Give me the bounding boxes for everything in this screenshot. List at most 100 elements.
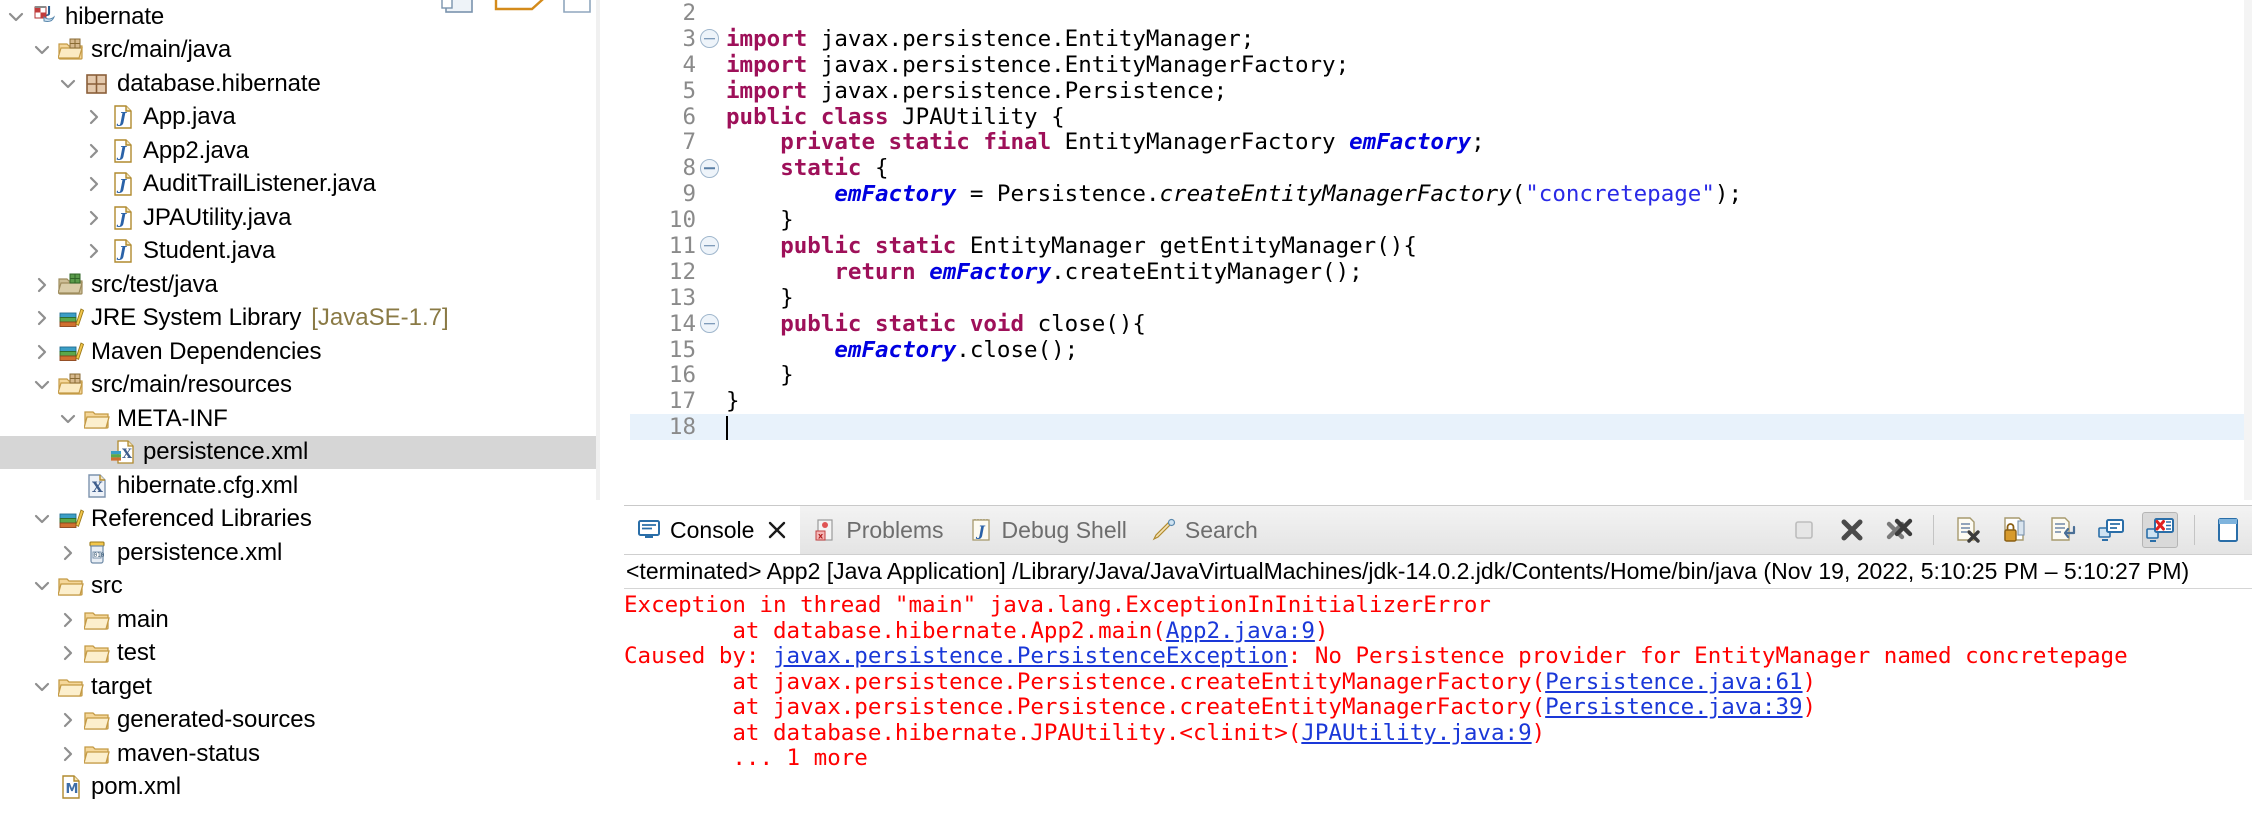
tree-item[interactable]: main xyxy=(0,603,600,637)
tree-item-label: hibernate.cfg.xml xyxy=(117,471,299,499)
tree-item[interactable]: X persistence.xml xyxy=(0,435,600,469)
fold-collapse-icon[interactable] xyxy=(698,314,720,334)
code-scroll-area[interactable]: 2 3 import javax.persistence.EntityManager… xyxy=(630,0,2252,500)
open-console-button[interactable] xyxy=(2142,512,2178,548)
fold-collapse-icon[interactable] xyxy=(698,29,720,49)
tree-item[interactable]: 010 persistence.xml xyxy=(0,536,600,570)
java-file-icon: J xyxy=(110,138,136,164)
chevron-down-icon[interactable] xyxy=(58,409,78,429)
tree-item[interactable]: M pom.xml xyxy=(0,771,600,805)
chevron-right-icon[interactable] xyxy=(58,744,78,764)
chevron-down-icon[interactable] xyxy=(58,74,78,94)
tab-console[interactable]: Console xyxy=(624,506,801,554)
tree-item[interactable]: src/main/resources xyxy=(0,369,600,403)
console-tab-bar[interactable]: Console x Problems J Debug Shell Search xyxy=(624,506,2252,555)
tree-item[interactable]: JRE System Library [JavaSE-1.7] xyxy=(0,302,600,336)
code-line[interactable]: 2 xyxy=(630,0,2252,26)
stack-trace-link[interactable]: JPAUtility.java:9 xyxy=(1301,720,1531,746)
fold-collapse-icon[interactable] xyxy=(698,236,720,256)
console-line: at database.hibernate.JPAUtility.<clinit… xyxy=(624,720,2252,747)
tree-item[interactable]: J JPAUtility.java xyxy=(0,201,600,235)
tree-item[interactable]: Referenced Libraries xyxy=(0,503,600,537)
code-line[interactable]: 12 return emFactory.createEntityManager(… xyxy=(630,259,2252,285)
tree-item[interactable]: src/main/java xyxy=(0,34,600,68)
chevron-down-icon[interactable] xyxy=(32,677,52,697)
tree-item[interactable]: META-INF xyxy=(0,402,600,436)
remove-launch-button[interactable] xyxy=(1835,513,1869,547)
code-editor[interactable]: 2 3 import javax.persistence.EntityManager… xyxy=(600,0,2252,500)
code-line[interactable]: 18 xyxy=(630,414,2252,440)
tree-item[interactable]: target xyxy=(0,670,600,704)
tab-label: Console xyxy=(670,516,755,543)
code-line[interactable]: 14 public static void close(){ xyxy=(630,311,2252,337)
fold-collapse-icon[interactable] xyxy=(698,158,720,178)
project-tree[interactable]: J hibernate src/main/java database.hiber… xyxy=(0,0,600,804)
jar-icon: 010 xyxy=(84,540,110,566)
pin-console-button[interactable] xyxy=(2211,513,2245,547)
tree-item[interactable]: test xyxy=(0,637,600,671)
tab-problems[interactable]: x Problems xyxy=(800,506,955,554)
tree-item[interactable]: J App.java xyxy=(0,101,600,135)
chevron-right-icon[interactable] xyxy=(32,342,52,362)
tree-item[interactable]: J App2.java xyxy=(0,134,600,168)
tree-item[interactable]: src/test/java xyxy=(0,268,600,302)
chevron-right-icon[interactable] xyxy=(32,308,52,328)
scroll-lock-button[interactable] xyxy=(1998,513,2032,547)
chevron-right-icon[interactable] xyxy=(84,107,104,127)
code-line[interactable]: 4 import javax.persistence.EntityManagerF… xyxy=(630,52,2252,78)
tree-item[interactable]: src xyxy=(0,570,600,604)
console-toolbar[interactable] xyxy=(1780,506,2252,554)
close-icon[interactable] xyxy=(766,519,788,541)
chevron-right-icon[interactable] xyxy=(84,241,104,261)
tree-item[interactable]: Maven Dependencies xyxy=(0,335,600,369)
chevron-down-icon[interactable] xyxy=(32,40,52,60)
code-line[interactable]: 10 } xyxy=(630,207,2252,233)
display-selected-console-button[interactable] xyxy=(2094,513,2128,547)
code-text xyxy=(720,414,728,440)
editor-scrollbar[interactable] xyxy=(2244,0,2252,500)
code-line[interactable]: 15 emFactory.close(); xyxy=(630,337,2252,363)
tree-item[interactable]: maven-status xyxy=(0,737,600,771)
chevron-down-icon[interactable] xyxy=(32,509,52,529)
console-output[interactable]: Exception in thread "main" java.lang.Exc… xyxy=(624,589,2252,834)
code-line[interactable]: 5 import javax.persistence.Persistence; xyxy=(630,78,2252,104)
code-line[interactable]: 17} xyxy=(630,388,2252,414)
tab-search[interactable]: Search xyxy=(1139,506,1270,554)
clear-console-button[interactable] xyxy=(1950,513,1984,547)
stack-trace-link[interactable]: Persistence.java:61 xyxy=(1545,669,1802,695)
chevron-down-icon[interactable] xyxy=(32,576,52,596)
tree-item[interactable]: X hibernate.cfg.xml xyxy=(0,469,600,503)
code-line[interactable]: 13 } xyxy=(630,285,2252,311)
console-text: ) xyxy=(1802,694,1817,720)
terminate-button[interactable] xyxy=(1787,513,1821,547)
word-wrap-button[interactable] xyxy=(2046,513,2080,547)
tree-item[interactable]: database.hibernate xyxy=(0,67,600,101)
chevron-down-icon[interactable] xyxy=(6,7,26,27)
chevron-down-icon[interactable] xyxy=(32,375,52,395)
tree-item[interactable]: generated-sources xyxy=(0,704,600,738)
chevron-right-icon[interactable] xyxy=(58,610,78,630)
code-line[interactable]: 9 emFactory = Persistence.createEntityMa… xyxy=(630,181,2252,207)
chevron-right-icon[interactable] xyxy=(58,643,78,663)
stack-trace-link[interactable]: javax.persistence.PersistenceException xyxy=(773,643,1288,669)
code-lines[interactable]: 2 3 import javax.persistence.EntityManager… xyxy=(630,0,2252,440)
tree-item[interactable]: J AuditTrailListener.java xyxy=(0,168,600,202)
chevron-right-icon[interactable] xyxy=(58,710,78,730)
chevron-right-icon[interactable] xyxy=(84,174,104,194)
code-line[interactable]: 3 import javax.persistence.EntityManager; xyxy=(630,26,2252,52)
stack-trace-link[interactable]: App2.java:9 xyxy=(1166,618,1315,644)
code-line[interactable]: 6 public class JPAUtility { xyxy=(630,104,2252,130)
tab-debug-shell[interactable]: J Debug Shell xyxy=(956,506,1139,554)
chevron-right-icon[interactable] xyxy=(58,543,78,563)
code-line[interactable]: 7 private static final EntityManagerFact… xyxy=(630,129,2252,155)
chevron-right-icon[interactable] xyxy=(32,275,52,295)
code-line[interactable]: 11 public static EntityManager getEntity… xyxy=(630,233,2252,259)
tree-item[interactable]: J Student.java xyxy=(0,235,600,269)
stack-trace-link[interactable]: Persistence.java:39 xyxy=(1545,694,1802,720)
code-line[interactable]: 16 } xyxy=(630,362,2252,388)
remove-all-launches-button[interactable] xyxy=(1883,513,1917,547)
chevron-right-icon[interactable] xyxy=(84,141,104,161)
chevron-right-icon[interactable] xyxy=(84,208,104,228)
tree-item-label: Referenced Libraries xyxy=(91,505,312,533)
code-line[interactable]: 8 static { xyxy=(630,155,2252,181)
